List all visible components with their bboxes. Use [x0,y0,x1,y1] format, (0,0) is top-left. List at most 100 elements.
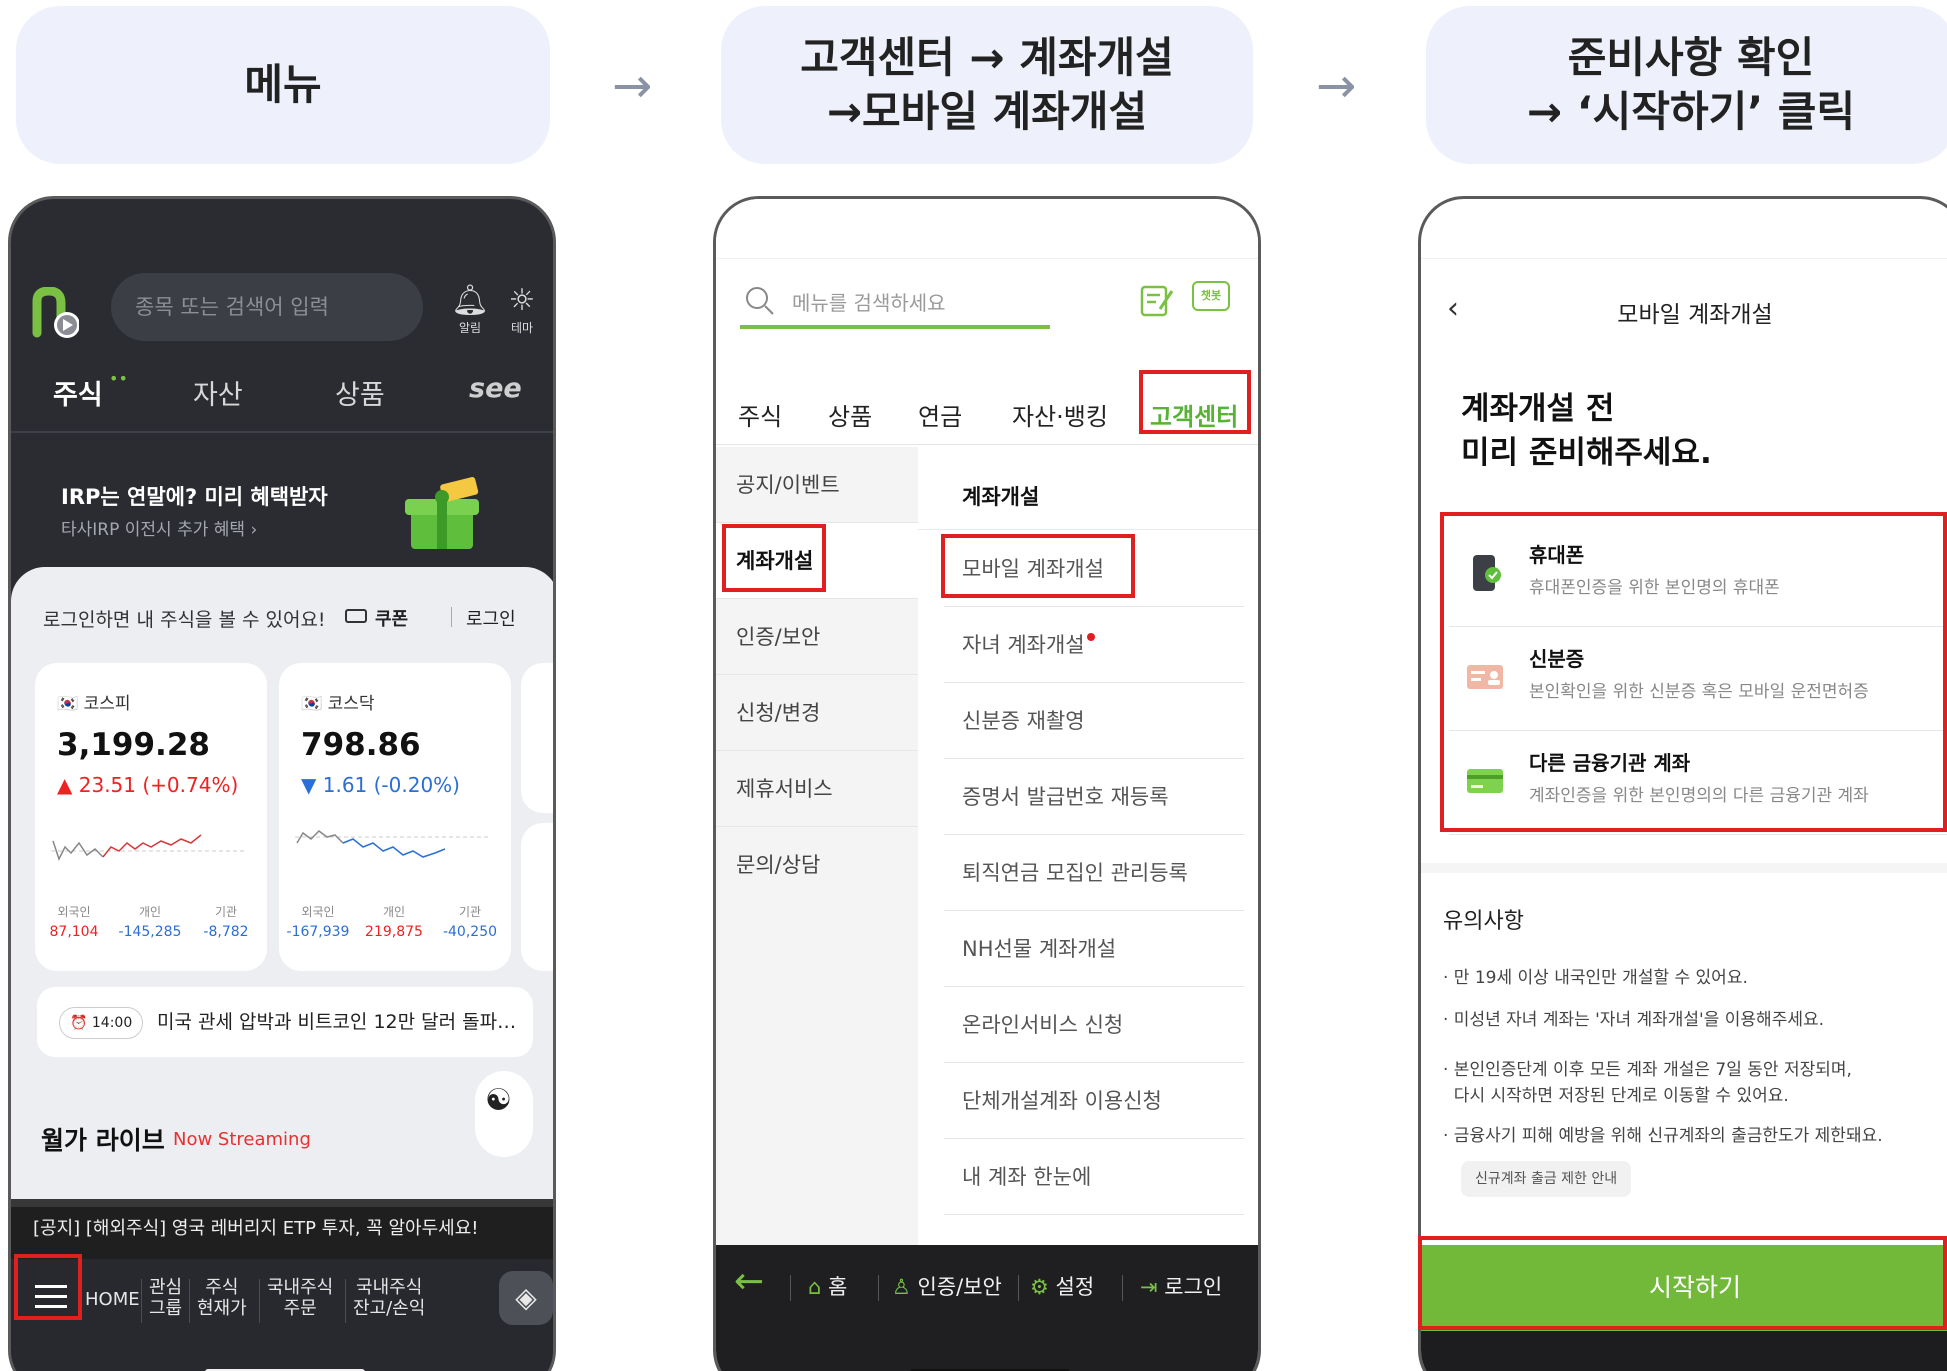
kosdaq-investor-foreign: 외국인 -167,939 [286,905,350,940]
tab-asset-banking[interactable]: 자산·뱅킹 [1012,389,1108,445]
nav-auth-security[interactable]: ♙ 인증/보안 [892,1271,1002,1301]
notice-bar[interactable]: [공지] [해외주식] 영국 레버리지 ETP 투자, 꼭 알아두세요! [11,1199,553,1259]
next-index-card-peek[interactable] [521,663,553,813]
login-prompt-text: 로그인하면 내 주식을 볼 수 있어요! [43,609,326,631]
notes-title: 유의사항 [1443,909,1524,934]
nav-separator [878,1275,879,1301]
category-apply-change[interactable]: 신청/변경 [716,675,918,751]
nav-settings[interactable]: ⚙ 설정 [1030,1271,1094,1301]
submenu-group-account[interactable]: 단체개설계좌 이용신청 [944,1063,1244,1139]
news-ticker[interactable]: ⏰ 14:00 미국 관세 압박과 비트코인 12만 달러 돌파… [37,987,533,1057]
step-1-header: 메뉴 [16,6,550,164]
stock-summary-sheet: 로그인하면 내 주식을 볼 수 있어요! 쿠폰 로그인 🇰🇷︎ 코스피 3,19… [11,567,553,1207]
nav-home[interactable]: ⌂ 홈 [808,1271,847,1301]
category-notice-event[interactable]: 공지/이벤트 [716,447,918,523]
step-1-label: 메뉴 [244,60,322,109]
category-auth-security[interactable]: 인증/보안 [716,599,918,675]
wallstreet-live-title: 월가 라이브 [41,1126,165,1155]
submenu-child-account-open[interactable]: 자녀 계좌개설 [944,607,1244,683]
tab-divider [11,431,553,433]
kospi-investor-institution: 기관 -8,782 [203,905,249,940]
coupon-link[interactable]: 쿠폰 [375,605,408,631]
login-link[interactable]: 로그인 [466,605,516,631]
menu-search-input[interactable]: 메뉴를 검색하세요 [740,281,1050,329]
nav-home[interactable]: HOME [85,1289,140,1310]
submenu-my-accounts[interactable]: 내 계좌 한눈에 [944,1139,1244,1215]
tab-products[interactable]: 상품 [828,389,872,445]
submenu-online-service[interactable]: 온라인서비스 신청 [944,987,1244,1063]
kospi-name: 🇰🇷︎ 코스피 [57,694,131,714]
submenu-divider [918,529,1258,530]
layers-icon[interactable]: ◈ [499,1271,553,1325]
theme-button[interactable]: ☼ 테마 [497,283,547,336]
tab-assets[interactable]: 자산 [193,373,243,412]
tab-products[interactable]: 상품 [335,373,385,412]
home-icon: ⌂ [808,1275,829,1299]
bottom-bar [1421,1331,1947,1371]
taegukgi-icon: ☯ [485,1083,512,1118]
new-badge-dot [1086,633,1095,641]
next-index-card-peek-2[interactable] [521,823,553,971]
highlight-start-button [1418,1236,1947,1330]
bottom-nav: ← ⌂ 홈 ♙ 인증/보안 ⚙ 설정 ⇥ 로그인 [716,1245,1258,1371]
kosdaq-investor-institution: 기관 -40,250 [442,905,498,940]
tab-pension[interactable]: 연금 [918,389,962,445]
note-item: · 금융사기 피해 예방을 위해 신규계좌의 출금한도가 제한돼요. [1443,1126,1883,1146]
step-arrow-2: → [1316,58,1357,114]
nav-domestic-order[interactable]: 국내주식 주문 [267,1277,333,1319]
submenu-id-retake[interactable]: 신분증 재촬영 [944,683,1244,759]
highlight-menu-button [14,1254,82,1320]
step-3-line2: → ‘시작하기’ 클릭 [1526,87,1856,136]
highlight-customer-center-tab [1139,370,1251,434]
tab-stocks[interactable]: 주식 [53,373,103,412]
prep-heading: 계좌개설 전 미리 준비해주세요. [1461,391,1712,471]
kosdaq-name: 🇰🇷︎ 코스닥 [301,694,375,714]
highlight-mobile-account-open [941,534,1135,598]
kospi-value: 3,199.28 [57,727,210,763]
korea-flag-button[interactable]: ☯ [475,1071,533,1157]
kospi-investor-individual: 개인 -145,285 [118,905,182,940]
tab-stocks[interactable]: 주식 [738,389,782,445]
nav-login[interactable]: ⇥ 로그인 [1140,1271,1222,1301]
tutorial-canvas: 메뉴 → 고객센터 → 계좌개설 →모바일 계좌개설 → 준비사항 확인 → ‘… [0,0,1947,1371]
irp-banner-title[interactable]: IRP는 연말에? 미리 혜택받자 [61,481,328,511]
submenu-cert-reregister[interactable]: 증명서 발급번호 재등록 [944,759,1244,835]
submenu-header: 계좌개설 [962,485,1040,509]
kospi-card[interactable]: 🇰🇷︎ 코스피 3,199.28 ▲ 23.51 (+0.74%) 외국인 87,… [35,663,267,971]
category-partner-service[interactable]: 제휴서비스 [716,751,918,827]
nav-domestic-balance[interactable]: 국내주식 잔고/손익 [353,1277,425,1319]
sun-icon: ☼ [508,283,536,318]
phone-home-screen: 종목 또는 검색어 입력 🔔︎ 알림 ☼ 테마 주식 •• 자산 상품 see … [8,196,556,1371]
news-headline: 미국 관세 압박과 비트코인 12만 달러 돌파… [157,1011,517,1033]
withdrawal-limit-guide-button[interactable]: 신규계좌 출금 제한 안내 [1461,1161,1632,1197]
app-logo-icon [32,287,79,338]
edit-memo-icon[interactable] [1138,281,1178,321]
kosdaq-sparkline [295,830,491,858]
chatbot-button[interactable]: 챗봇 [1192,281,1230,311]
alarm-button[interactable]: 🔔︎ 알림 [445,283,495,336]
category-inquiry[interactable]: 문의/상담 [716,827,918,903]
nav-watch-group[interactable]: 관심 그룹 [149,1277,182,1319]
kosdaq-investor-individual: 개인 219,875 [365,905,423,940]
user-icon: ♙ [892,1275,918,1299]
kospi-investor-foreign: 외국인 87,104 [49,905,99,940]
kospi-change: ▲ 23.51 (+0.74%) [57,773,239,797]
note-item: · 미성년 자녀 계좌는 '자녀 계좌개설'을 이용해주세요. [1443,1010,1825,1030]
nav-stock-price[interactable]: 주식 현재가 [197,1277,247,1319]
submenu-nh-futures[interactable]: NH선물 계좌개설 [944,911,1244,987]
kospi-sparkline [51,834,247,861]
gift-box-icon [405,477,479,549]
submenu-pension-recruiter[interactable]: 퇴직연금 모집인 관리등록 [944,835,1244,911]
kosdaq-card[interactable]: 🇰🇷︎ 코스닥 798.86 ▼ 1.61 (-0.20%) 외국인 -167,9… [279,663,511,971]
step-3-line1: 준비사항 확인 [1567,33,1815,82]
back-arrow-icon[interactable]: ← [734,1261,764,1302]
tab-see-logo[interactable]: see [469,373,522,404]
stock-search-input[interactable]: 종목 또는 검색어 입력 [111,273,423,341]
note-item: · 만 19세 이상 내국인만 개설할 수 있어요. [1443,968,1748,988]
highlight-account-open-category [722,524,826,592]
step-2-line1: 고객센터 → 계좌개설 [800,33,1174,82]
section-divider [1421,863,1947,873]
irp-banner-subtitle[interactable]: 타사IRP 이전시 추가 혜택 › [61,515,257,540]
menu-search-placeholder: 메뉴를 검색하세요 [792,291,946,315]
search-icon [746,287,774,315]
